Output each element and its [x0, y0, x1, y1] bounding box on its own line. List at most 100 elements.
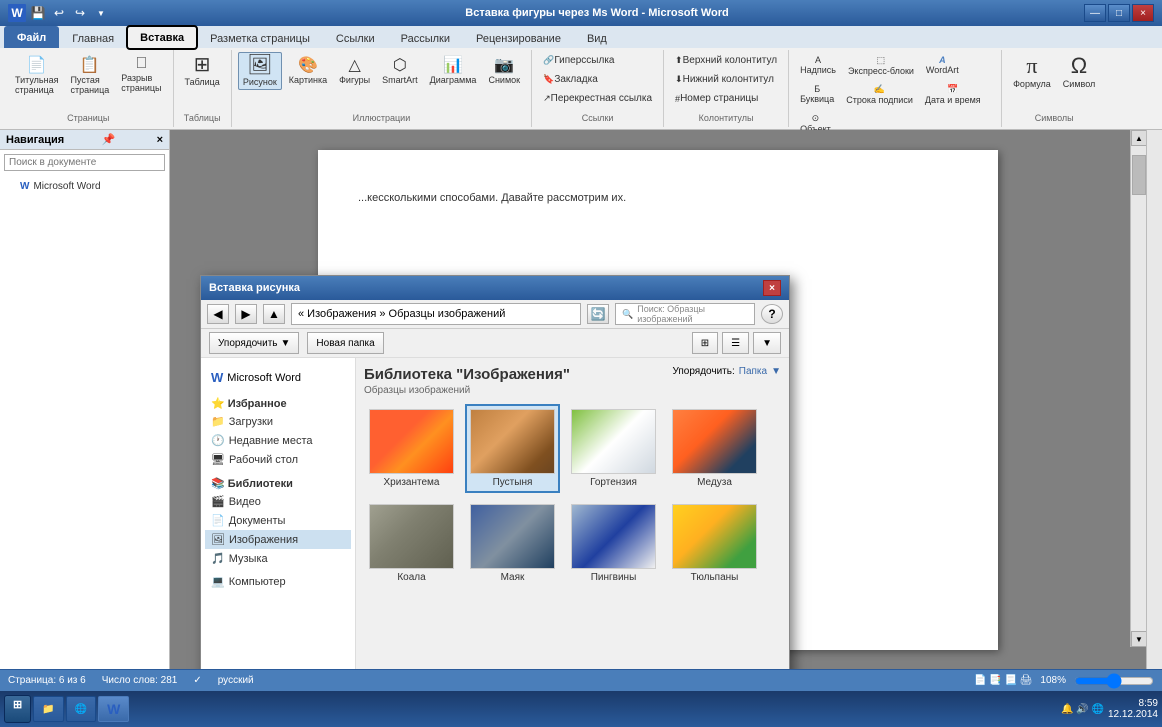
new-folder-button[interactable]: Новая папка [307, 332, 383, 354]
btn-cross-ref[interactable]: ↗ Перекрестная ссылка [538, 90, 657, 107]
sidebar-microsoft-word[interactable]: W Microsoft Word [205, 366, 351, 389]
tab-layout[interactable]: Разметка страницы [197, 28, 323, 48]
scroll-down-btn[interactable]: ▼ [1131, 631, 1146, 647]
clipart-icon: 🎨 [298, 55, 318, 75]
btn-textbox[interactable]: A Надпись [795, 52, 841, 78]
sidebar-video[interactable]: 🎬 Видео [205, 492, 351, 511]
qat-undo[interactable]: ↩ [50, 4, 68, 22]
nav-item-word[interactable]: W Microsoft Word [4, 179, 165, 194]
view-details-btn[interactable]: ▼ [753, 332, 781, 354]
btn-clipart[interactable]: 🎨 Картинка [284, 52, 332, 88]
breadcrumb[interactable]: « Изображения » Образцы изображений [291, 303, 581, 325]
crossref-icon: ↗ [543, 93, 551, 104]
sidebar-downloads[interactable]: 📁 Загрузки [205, 412, 351, 431]
image-koala[interactable]: Коала [364, 499, 459, 588]
btn-datetime[interactable]: 📅 Дата и время [920, 81, 986, 108]
taskbar-browser[interactable]: 🌐 [66, 696, 96, 722]
sidebar-documents[interactable]: 📄 Документы [205, 511, 351, 530]
btn-shapes[interactable]: △ Фигуры [334, 52, 375, 88]
scroll-thumb[interactable] [1132, 155, 1146, 195]
qat-save[interactable]: 💾 [29, 4, 47, 22]
btn-wordart[interactable]: A WordArt [921, 52, 964, 78]
right-scrollbar[interactable] [1146, 130, 1162, 669]
image-desert[interactable]: Пустыня [465, 404, 560, 493]
tab-view[interactable]: Вид [574, 28, 620, 48]
image-medusa[interactable]: Медуза [667, 404, 762, 493]
btn-screenshot[interactable]: 📷 Снимок [483, 52, 525, 88]
btn-page-number[interactable]: # Номер страницы [670, 90, 763, 107]
medusa-label: Медуза [697, 477, 732, 488]
dialog-up-btn[interactable]: ▲ [263, 304, 285, 324]
library-title: Библиотека "Изображения" [364, 366, 570, 383]
btn-formula[interactable]: π Формула [1008, 52, 1056, 92]
windows-logo: ⊞ [13, 699, 22, 711]
sort-dropdown-icon[interactable]: ▼ [771, 366, 781, 377]
view-list-btn[interactable]: ☰ [722, 332, 749, 354]
btn-quickparts[interactable]: ⬚ Экспресс-блоки [843, 52, 919, 79]
tab-review[interactable]: Рецензирование [463, 28, 574, 48]
start-button[interactable]: ⊞ [4, 695, 31, 723]
explorer-icon: 📁 [42, 704, 54, 715]
image-lighthouse[interactable]: Маяк [465, 499, 560, 588]
image-tulips[interactable]: Тюльпаны [667, 499, 762, 588]
image-hydrangea[interactable]: Гортензия [566, 404, 661, 493]
nav-pin[interactable]: 📌 [102, 133, 116, 146]
dialog-forward-btn[interactable]: ▶ [235, 304, 257, 324]
dialog-help-btn[interactable]: ? [761, 304, 783, 324]
image-penguins[interactable]: Пингвины [566, 499, 661, 588]
date-display: 12.12.2014 [1108, 709, 1158, 720]
dialog-back-btn[interactable]: ◀ [207, 304, 229, 324]
btn-table[interactable]: ⊞ Таблица [180, 52, 225, 90]
sidebar-computer[interactable]: 💻 Компьютер [205, 572, 351, 591]
scroll-up-btn[interactable]: ▲ [1131, 130, 1146, 146]
btn-footer[interactable]: ⬇ Нижний колонтитул [670, 71, 779, 88]
navigation-panel: Навигация 📌 × W Microsoft Word [0, 130, 170, 669]
vertical-scrollbar[interactable]: ▲ ▼ [1130, 130, 1146, 647]
btn-page-break[interactable]: ⎕ Разрывстраницы [116, 52, 166, 96]
formula-icon: π [1026, 55, 1037, 77]
qat-redo[interactable]: ↪ [71, 4, 89, 22]
close-button[interactable]: × [1132, 4, 1154, 22]
nav-search-input[interactable] [4, 154, 165, 171]
tab-mailings[interactable]: Рассылки [388, 28, 463, 48]
btn-chart[interactable]: 📊 Диаграмма [425, 52, 482, 88]
tab-home[interactable]: Главная [59, 28, 127, 48]
sidebar-images[interactable]: 🖼 Изображения [205, 530, 351, 549]
dialog-search-bar[interactable]: 🔍 Поиск: Образцы изображений [615, 303, 755, 325]
qat-dropdown[interactable]: ▼ [92, 4, 110, 22]
btn-title-page[interactable]: 📄 Титульнаястраница [10, 52, 63, 98]
minimize-button[interactable]: — [1084, 4, 1106, 22]
penguins-label: Пингвины [591, 572, 637, 583]
video-icon: 🎬 [211, 495, 225, 508]
sidebar-desktop[interactable]: 🖥 Рабочий стол [205, 450, 351, 469]
sidebar-recent[interactable]: 🕐 Недавние места [205, 431, 351, 450]
tab-references[interactable]: Ссылки [323, 28, 388, 48]
image-chrysanthemum[interactable]: Хризантема [364, 404, 459, 493]
btn-hyperlink[interactable]: 🔗 Гиперссылка [538, 52, 619, 69]
btn-signature[interactable]: ✍ Строка подписи [841, 81, 918, 108]
zoom-slider[interactable] [1074, 673, 1154, 689]
desert-label: Пустыня [493, 477, 533, 488]
tab-file[interactable]: Файл [4, 26, 59, 48]
btn-dropcap[interactable]: Б Буквица [795, 81, 839, 107]
taskbar-explorer[interactable]: 📁 [33, 696, 63, 722]
recent-icon: 🕐 [211, 434, 225, 447]
scroll-track [1131, 146, 1146, 631]
dialog-refresh-btn[interactable]: 🔄 [587, 304, 609, 324]
nav-close[interactable]: × [157, 134, 163, 146]
sidebar-music[interactable]: 🎵 Музыка [205, 549, 351, 568]
maximize-button[interactable]: □ [1108, 4, 1130, 22]
btn-blank-page[interactable]: 📋 Пустаястраница [65, 52, 114, 98]
view-grid-btn[interactable]: ⊞ [692, 332, 718, 354]
btn-symbol[interactable]: Ω Символ [1058, 52, 1100, 92]
organize-button[interactable]: Упорядочить ▼ [209, 332, 299, 354]
desert-preview [470, 409, 555, 474]
dialog-close-button[interactable]: × [763, 280, 781, 296]
btn-header[interactable]: ⬆ Верхний колонтитул [670, 52, 782, 69]
tab-insert[interactable]: Вставка [127, 26, 197, 48]
btn-picture[interactable]: 🖼 Рисунок [238, 52, 282, 90]
taskbar-word[interactable]: W [98, 696, 129, 722]
btn-bookmark[interactable]: 🔖 Закладка [538, 71, 603, 88]
btn-smartart[interactable]: ⬡ SmartArt [377, 52, 423, 88]
sort-value[interactable]: Папка [739, 366, 767, 377]
